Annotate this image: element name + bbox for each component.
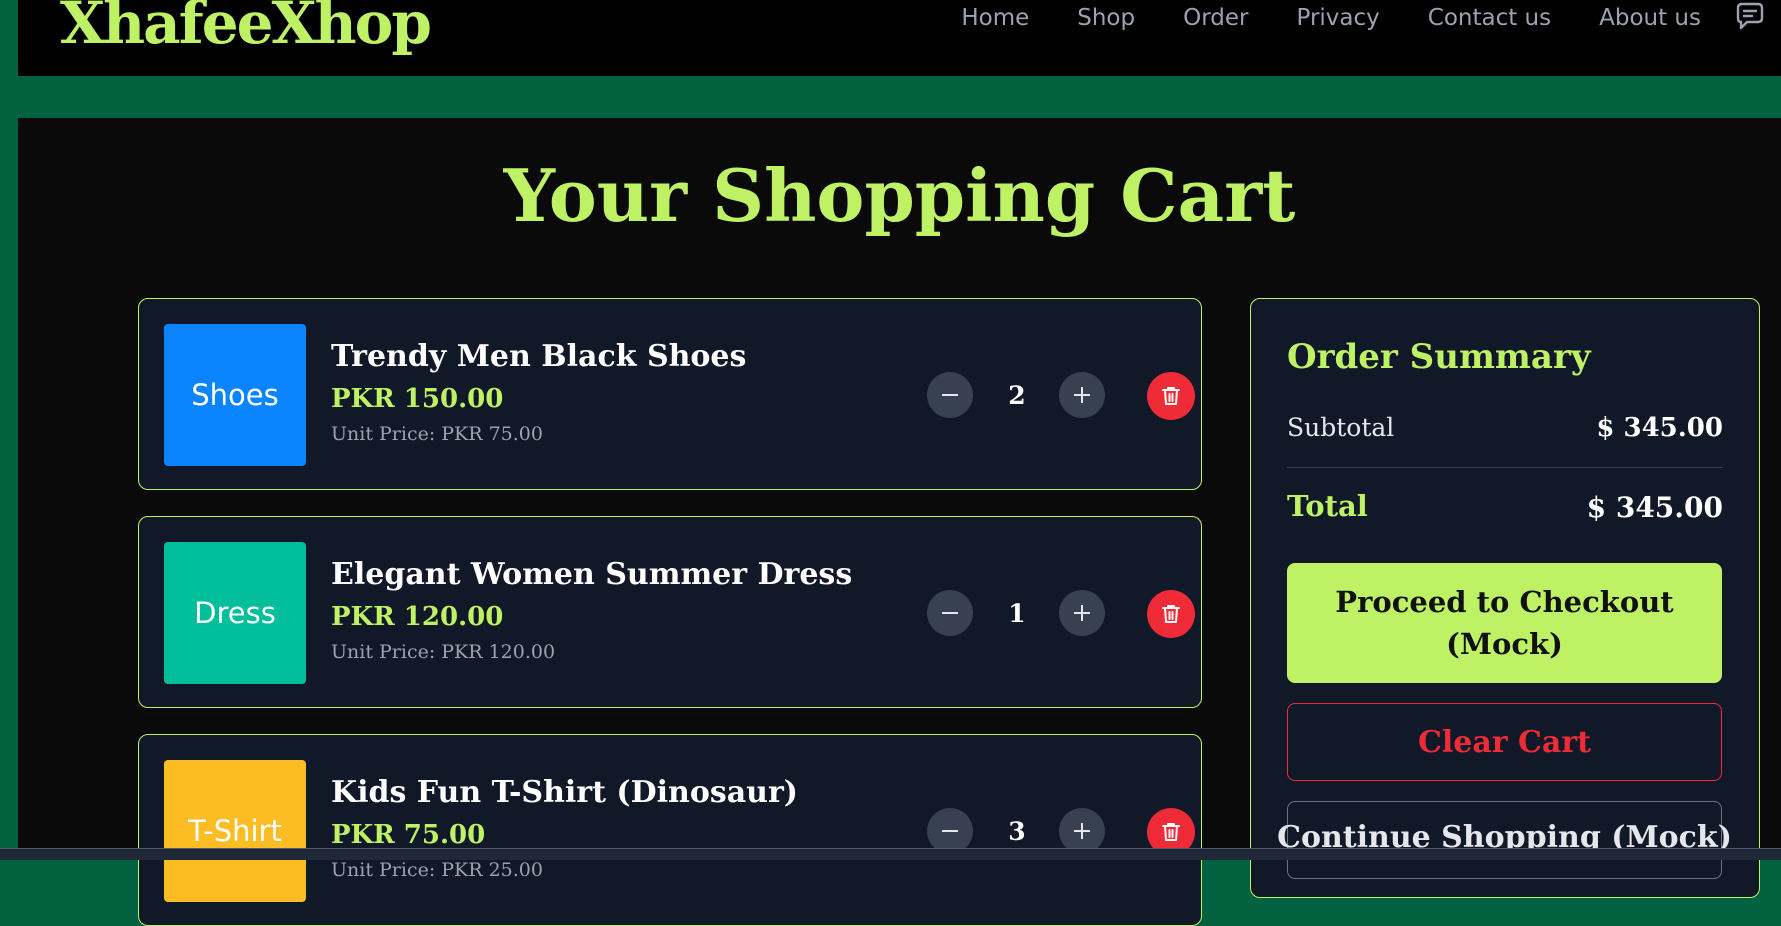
nav-about-us[interactable]: About us (1599, 5, 1701, 31)
nav-contact-us[interactable]: Contact us (1428, 5, 1551, 31)
product-name: Kids Fun T-Shirt (Dinosaur) (331, 775, 798, 810)
item-total-price: PKR 150.00 (331, 384, 504, 414)
cart-item: Shoes Trendy Men Black Shoes PKR 150.00 … (138, 298, 1202, 490)
cart-item: T-Shirt Kids Fun T-Shirt (Dinosaur) PKR … (138, 734, 1202, 926)
plus-icon (1074, 823, 1090, 839)
top-navbar: XhafeeXhop Home Shop Order Privacy Conta… (18, 0, 1781, 76)
subtotal-value: $ 345.00 (1596, 413, 1723, 443)
decrease-quantity-button[interactable] (927, 590, 973, 636)
increase-quantity-button[interactable] (1059, 590, 1105, 636)
nav-shop[interactable]: Shop (1077, 5, 1135, 31)
total-value: $ 345.00 (1586, 491, 1723, 524)
order-summary-title: Order Summary (1287, 337, 1591, 377)
nav-privacy[interactable]: Privacy (1296, 5, 1379, 31)
unit-price: Unit Price: PKR 25.00 (331, 859, 543, 881)
product-thumbnail: Dress (164, 542, 306, 684)
item-total-price: PKR 120.00 (331, 602, 504, 632)
brand-logo[interactable]: XhafeeXhop (60, 0, 432, 58)
window-bottom-edge (0, 848, 1781, 860)
unit-price: Unit Price: PKR 120.00 (331, 641, 556, 663)
page-title: Your Shopping Cart (503, 153, 1296, 238)
remove-item-button[interactable] (1147, 372, 1195, 420)
product-thumbnail: Shoes (164, 324, 306, 466)
product-name: Elegant Women Summer Dress (331, 557, 853, 592)
checkout-button[interactable]: Proceed to Checkout (Mock) (1287, 563, 1722, 683)
cart-item: Dress Elegant Women Summer Dress PKR 120… (138, 516, 1202, 708)
quantity-value: 1 (1008, 598, 1026, 628)
trash-icon (1162, 823, 1180, 841)
clear-cart-button[interactable]: Clear Cart (1287, 703, 1722, 781)
continue-shopping-button[interactable]: Continue Shopping (Mock) (1277, 801, 1732, 879)
cart-page: Your Shopping Cart Shoes Trendy Men Blac… (18, 118, 1781, 926)
subtotal-label: Subtotal (1287, 413, 1395, 442)
plus-icon (1074, 387, 1090, 403)
trash-icon (1162, 605, 1180, 623)
plus-icon (1074, 605, 1090, 621)
quantity-value: 2 (1008, 380, 1026, 410)
nav-home[interactable]: Home (961, 5, 1029, 31)
trash-icon (1162, 387, 1180, 405)
increase-quantity-button[interactable] (1059, 372, 1105, 418)
order-summary-panel: Order Summary Subtotal $ 345.00 Total $ … (1250, 298, 1760, 898)
main-nav: Home Shop Order Privacy Contact us About… (961, 0, 1701, 36)
summary-divider (1287, 467, 1723, 468)
minus-icon (942, 394, 958, 396)
minus-icon (942, 612, 958, 614)
product-thumbnail: T-Shirt (164, 760, 306, 902)
chat-icon[interactable] (1733, 0, 1767, 34)
remove-item-button[interactable] (1147, 590, 1195, 638)
item-total-price: PKR 75.00 (331, 820, 486, 850)
nav-order[interactable]: Order (1183, 5, 1248, 31)
product-name: Trendy Men Black Shoes (331, 339, 747, 374)
unit-price: Unit Price: PKR 75.00 (331, 423, 543, 445)
minus-icon (942, 830, 958, 832)
decrease-quantity-button[interactable] (927, 372, 973, 418)
total-label: Total (1287, 489, 1368, 523)
